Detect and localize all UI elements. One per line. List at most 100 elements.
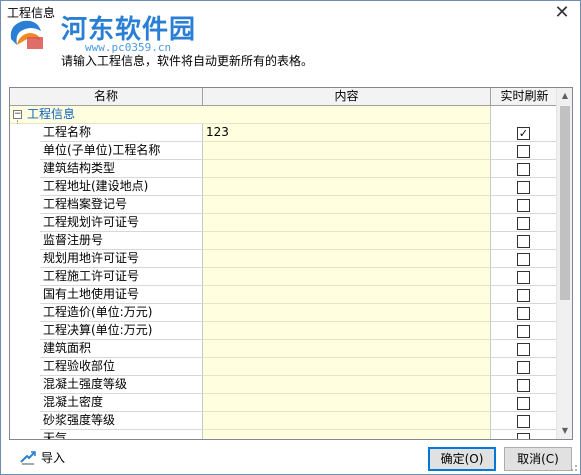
property-name[interactable]: 工程造价(单位:万元) — [40, 304, 203, 322]
table-row[interactable]: 国有土地使用证号 — [10, 286, 558, 304]
property-value-input[interactable] — [203, 268, 491, 286]
property-value-input[interactable] — [203, 196, 491, 214]
realtime-refresh-checkbox[interactable] — [517, 361, 530, 374]
table-row[interactable]: 工程验收部位 — [10, 358, 558, 376]
refresh-cell — [491, 304, 558, 322]
realtime-refresh-checkbox[interactable] — [517, 325, 530, 338]
property-name[interactable]: 建筑结构类型 — [40, 160, 203, 178]
property-name[interactable]: 工程名称 — [40, 124, 203, 142]
property-name[interactable]: 砂浆强度等级 — [40, 412, 203, 430]
realtime-refresh-checkbox[interactable] — [517, 199, 530, 212]
scroll-down-icon[interactable]: ▼ — [557, 423, 572, 439]
realtime-refresh-checkbox[interactable] — [517, 307, 530, 320]
realtime-refresh-checkbox[interactable] — [517, 217, 530, 230]
realtime-refresh-checkbox[interactable] — [517, 379, 530, 392]
table-row[interactable]: 监督注册号 — [10, 232, 558, 250]
property-value-input[interactable] — [203, 322, 491, 340]
watermark-url: www.pc0359.cn — [85, 41, 172, 54]
property-name[interactable]: 工程规划许可证号 — [40, 214, 203, 232]
property-value-input[interactable] — [203, 232, 491, 250]
property-name[interactable]: 监督注册号 — [40, 232, 203, 250]
refresh-cell — [491, 322, 558, 340]
table-row[interactable]: 工程决算(单位:万元) — [10, 322, 558, 340]
collapse-icon[interactable]: − — [13, 110, 22, 119]
table-row[interactable]: 建筑结构类型 — [10, 160, 558, 178]
table-row[interactable]: 建筑面积 — [10, 340, 558, 358]
property-value-input[interactable] — [203, 142, 491, 160]
refresh-cell — [491, 376, 558, 394]
table-row[interactable]: 混凝土强度等级 — [10, 376, 558, 394]
ok-button[interactable]: 确定(O) — [428, 447, 496, 471]
property-value-input[interactable] — [203, 286, 491, 304]
property-value-input[interactable] — [203, 430, 491, 439]
property-name[interactable]: 工程施工许可证号 — [40, 268, 203, 286]
property-value-input[interactable]: 123 — [203, 124, 491, 142]
property-value-input[interactable] — [203, 250, 491, 268]
property-name[interactable]: 工程验收部位 — [40, 358, 203, 376]
table-row[interactable]: 单位(子单位)工程名称 — [10, 142, 558, 160]
import-button[interactable]: 导入 — [19, 449, 65, 467]
realtime-refresh-checkbox[interactable] — [517, 235, 530, 248]
property-value-input[interactable] — [203, 394, 491, 412]
row-gutter — [10, 340, 40, 358]
property-name[interactable]: 混凝土强度等级 — [40, 376, 203, 394]
import-label: 导入 — [41, 451, 66, 465]
property-grid[interactable]: 名称 内容 实时刷新 − 工程信息 工程名称 123 ✓ 单位(子单位)工程名称 建筑结… — [9, 87, 573, 440]
property-name[interactable]: 建筑面积 — [40, 340, 203, 358]
watermark-logo-icon — [10, 20, 43, 49]
property-name[interactable]: 工程地址(建设地点) — [40, 178, 203, 196]
property-name[interactable]: 单位(子单位)工程名称 — [40, 142, 203, 160]
property-name[interactable]: 混凝土密度 — [40, 394, 203, 412]
column-header-content[interactable]: 内容 — [203, 88, 491, 106]
property-value-input[interactable] — [203, 358, 491, 376]
column-header-refresh[interactable]: 实时刷新 — [491, 88, 558, 106]
table-row[interactable]: 工程造价(单位:万元) — [10, 304, 558, 322]
column-header-name[interactable]: 名称 — [10, 88, 203, 106]
realtime-refresh-checkbox[interactable] — [517, 181, 530, 194]
property-name[interactable]: 工程档案登记号 — [40, 196, 203, 214]
property-value-input[interactable] — [203, 376, 491, 394]
realtime-refresh-checkbox[interactable] — [517, 343, 530, 356]
scroll-thumb[interactable] — [560, 106, 570, 300]
realtime-refresh-checkbox[interactable] — [517, 253, 530, 266]
close-button[interactable]: ✕ — [550, 3, 574, 25]
property-value-input[interactable] — [203, 340, 491, 358]
realtime-refresh-checkbox[interactable] — [517, 433, 530, 439]
row-gutter — [10, 160, 40, 178]
realtime-refresh-checkbox[interactable] — [517, 145, 530, 158]
property-value-input[interactable] — [203, 412, 491, 430]
realtime-refresh-checkbox[interactable] — [517, 271, 530, 284]
table-row[interactable]: 工程施工许可证号 — [10, 268, 558, 286]
vertical-scrollbar[interactable]: ▲ ▼ — [556, 88, 572, 439]
realtime-refresh-checkbox[interactable] — [517, 397, 530, 410]
scroll-up-icon[interactable]: ▲ — [557, 88, 572, 104]
realtime-refresh-checkbox[interactable] — [517, 289, 530, 302]
realtime-refresh-checkbox[interactable] — [517, 163, 530, 176]
table-row[interactable]: 天气 — [10, 430, 558, 439]
resize-grip-icon[interactable] — [568, 462, 578, 472]
table-row[interactable]: 工程名称 123 ✓ — [10, 124, 558, 142]
property-name[interactable]: 规划用地许可证号 — [40, 250, 203, 268]
property-name[interactable]: 工程决算(单位:万元) — [40, 322, 203, 340]
table-row[interactable]: 混凝土密度 — [10, 394, 558, 412]
property-name[interactable]: 国有土地使用证号 — [40, 286, 203, 304]
realtime-refresh-checkbox[interactable] — [517, 415, 530, 428]
property-value-input[interactable] — [203, 178, 491, 196]
table-row[interactable]: 规划用地许可证号 — [10, 250, 558, 268]
property-value-input[interactable] — [203, 160, 491, 178]
property-name[interactable]: 天气 — [40, 430, 203, 439]
table-row[interactable]: 工程规划许可证号 — [10, 214, 558, 232]
property-value-input[interactable] — [203, 304, 491, 322]
realtime-refresh-checkbox[interactable]: ✓ — [517, 127, 530, 140]
refresh-cell — [491, 196, 558, 214]
refresh-cell — [491, 412, 558, 430]
row-gutter — [10, 394, 40, 412]
table-row[interactable]: 工程档案登记号 — [10, 196, 558, 214]
cancel-button[interactable]: 取消(C) — [504, 447, 572, 471]
table-row[interactable]: 砂浆强度等级 — [10, 412, 558, 430]
row-gutter — [10, 286, 40, 304]
table-row[interactable]: 工程地址(建设地点) — [10, 178, 558, 196]
group-row[interactable]: − 工程信息 — [10, 106, 558, 124]
row-gutter — [10, 268, 40, 286]
property-value-input[interactable] — [203, 214, 491, 232]
